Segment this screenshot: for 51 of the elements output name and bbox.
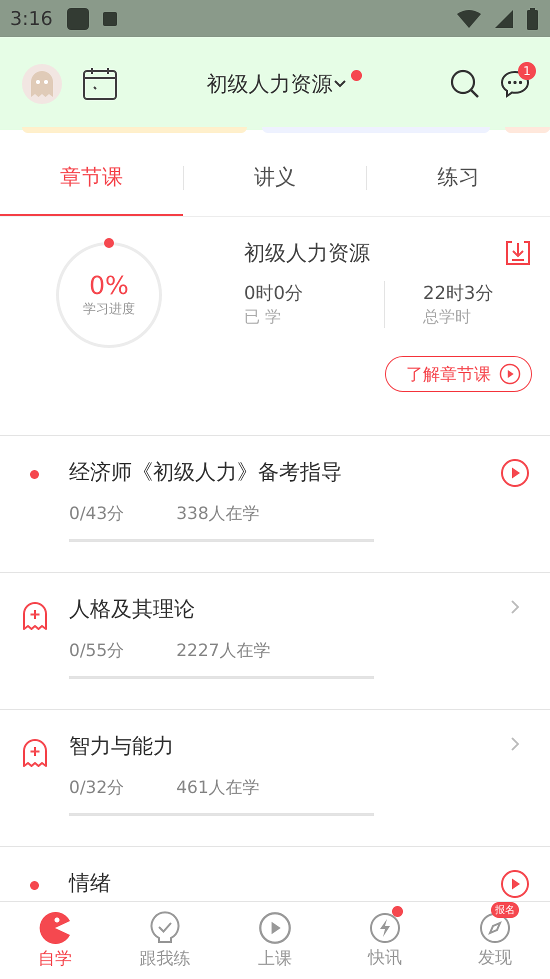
lesson-score: 0/32分 [69, 777, 124, 799]
play-icon[interactable] [499, 363, 521, 385]
chevron-right-icon[interactable] [510, 599, 520, 615]
pacman-icon [38, 911, 72, 945]
play-icon[interactable] [500, 458, 530, 488]
ghost-plus-icon [22, 601, 48, 631]
tab[interactable]: 章节课 [0, 140, 183, 216]
new-dot [30, 881, 39, 890]
app-notification-icon [66, 8, 89, 30]
lesson-score: 0/55分 [69, 640, 124, 662]
total-label: 总学时 [423, 307, 472, 328]
tab[interactable]: 讲义 [184, 140, 366, 216]
battery-icon [527, 8, 538, 30]
play-icon[interactable] [258, 911, 292, 945]
progress-percent: 0% [89, 271, 129, 300]
new-dot [30, 470, 39, 479]
learner-count: 338人在学 [176, 503, 260, 525]
learner-count: 461人在学 [176, 777, 260, 799]
nav-tab[interactable]: 报名 发现 [440, 902, 550, 979]
progress-marker [104, 238, 114, 248]
lightning-icon [369, 912, 401, 944]
ghost-avatar-icon [30, 70, 54, 98]
progress-caption: 学习进度 [83, 301, 135, 318]
play-icon[interactable] [500, 869, 530, 899]
status-time: 3:16 [10, 8, 53, 30]
download-icon[interactable] [504, 240, 532, 266]
course-name: 初级人力资源 [244, 240, 370, 267]
search-icon[interactable] [450, 68, 480, 98]
keyboard-notification-icon [102, 12, 117, 26]
nav-tab[interactable]: 自学 [0, 902, 110, 979]
lesson-title[interactable]: 经济师《初级人力》备考指导 [69, 460, 342, 484]
chevron-right-icon[interactable] [510, 736, 520, 752]
message-count-badge: 1 [518, 62, 536, 80]
check-bulb-icon [149, 911, 181, 945]
course-selector[interactable]: 初级人力资源 [206, 70, 332, 98]
signal-icon [495, 10, 513, 28]
learner-count: 2227人在学 [176, 640, 270, 662]
studied-label: 已 学 [244, 307, 282, 328]
total-time: 22时3分 [423, 282, 494, 305]
lesson-title[interactable]: 情绪 [69, 871, 111, 895]
ghost-plus-icon [22, 738, 48, 768]
studied-time: 0时0分 [244, 282, 304, 305]
wifi-icon [457, 10, 481, 28]
tab[interactable]: 练习 [367, 140, 550, 216]
intro-button[interactable]: 了解章节课 [385, 356, 532, 392]
signup-badge: 报名 [491, 902, 519, 918]
calendar-icon[interactable] [82, 66, 118, 100]
lesson-title[interactable]: 智力与能力 [69, 734, 174, 758]
lesson-title[interactable]: 人格及其理论 [69, 597, 195, 621]
chevron-down-icon[interactable] [332, 78, 346, 88]
lesson-score: 0/43分 [69, 503, 124, 525]
